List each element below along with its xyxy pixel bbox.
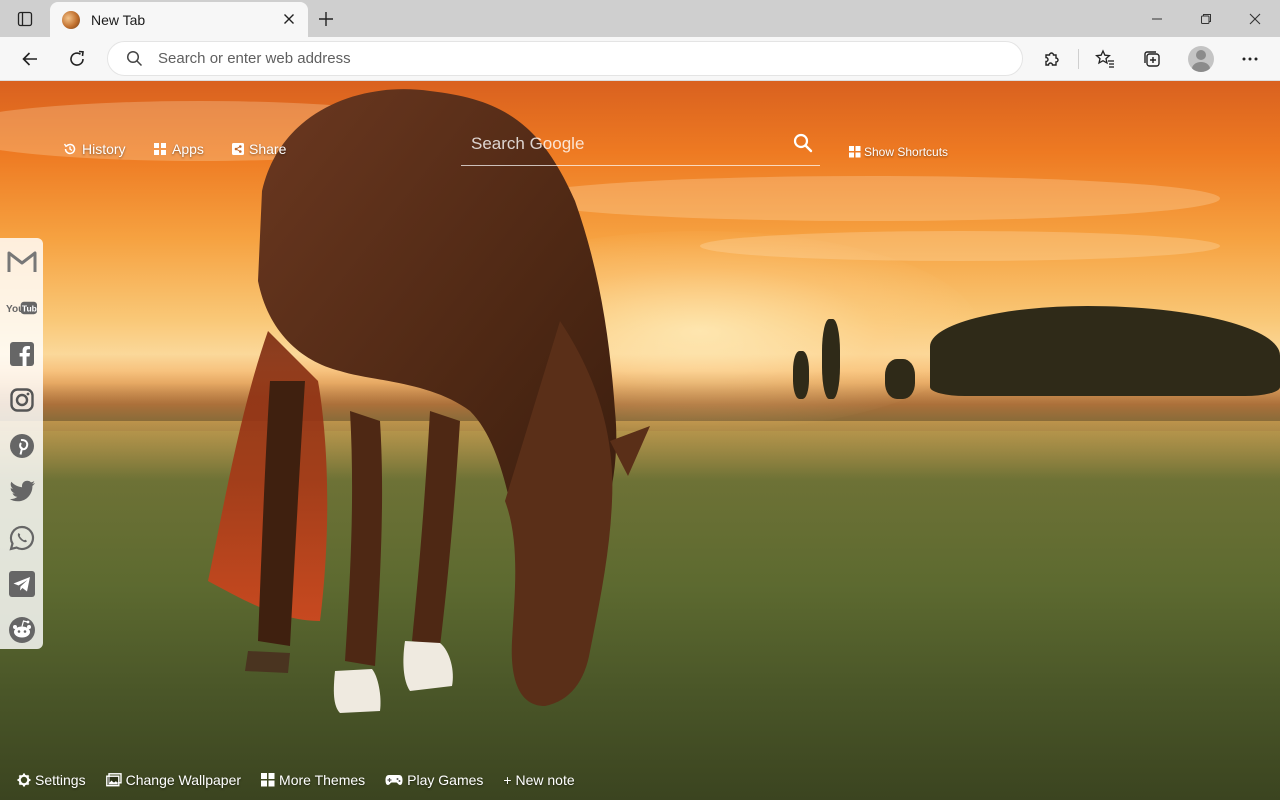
restore-button[interactable] — [1192, 5, 1220, 33]
more-menu-button[interactable] — [1236, 45, 1264, 73]
refresh-icon — [70, 50, 84, 66]
grid-icon — [261, 773, 275, 787]
gear-icon — [17, 773, 31, 787]
toolbar-separator — [1078, 49, 1079, 69]
play-games-label: Play Games — [407, 772, 484, 788]
puzzle-icon — [1045, 52, 1059, 66]
title-bar: New Tab — [0, 0, 1280, 37]
social-sidebar: YouTube — [0, 238, 43, 649]
refresh-button[interactable] — [63, 45, 91, 73]
star-list-icon — [1095, 49, 1114, 68]
play-games-link[interactable]: Play Games — [385, 772, 483, 788]
google-search-input[interactable] — [471, 132, 781, 156]
extensions-button[interactable] — [1038, 45, 1066, 73]
pinterest-icon[interactable] — [6, 430, 37, 461]
bottom-toolbar: Settings Change Wallpaper More Themes Pl… — [17, 772, 595, 788]
search-icon — [126, 50, 143, 67]
tab-actions-icon[interactable] — [14, 8, 36, 30]
new-tab-button[interactable] — [314, 7, 338, 31]
arrow-left-icon — [22, 52, 37, 66]
apps-link[interactable]: Apps — [153, 141, 204, 157]
twitter-icon[interactable] — [6, 476, 37, 507]
minimize-button[interactable] — [1143, 5, 1171, 33]
profile-avatar[interactable] — [1188, 46, 1214, 72]
search-icon[interactable] — [792, 132, 814, 154]
settings-label: Settings — [35, 772, 86, 788]
history-label: History — [82, 141, 126, 157]
whatsapp-icon[interactable] — [6, 522, 37, 553]
share-label: Share — [249, 141, 287, 157]
settings-link[interactable]: Settings — [17, 772, 86, 788]
grid-icon — [849, 146, 861, 158]
google-search-box — [461, 126, 820, 166]
horse-favicon-icon — [62, 10, 80, 29]
new-note-label: + New note — [503, 772, 575, 788]
tab-new-tab[interactable]: New Tab — [50, 2, 308, 37]
telegram-icon[interactable] — [6, 568, 37, 599]
apps-label: Apps — [172, 141, 204, 157]
share-icon — [232, 143, 244, 155]
more-icon — [1242, 57, 1258, 61]
toolbar — [0, 37, 1280, 81]
new-note-link[interactable]: + New note — [503, 772, 574, 788]
close-icon[interactable] — [280, 10, 298, 28]
share-link[interactable]: Share — [232, 141, 286, 157]
close-window-button[interactable] — [1241, 5, 1269, 33]
reddit-icon[interactable] — [6, 614, 37, 645]
show-shortcuts-label: Show Shortcuts — [864, 145, 949, 159]
youtube-icon[interactable]: YouTube — [6, 292, 37, 323]
svg-text:Tube: Tube — [22, 303, 37, 313]
change-wallpaper-link[interactable]: Change Wallpaper — [105, 772, 242, 788]
apps-grid-icon — [153, 142, 167, 156]
horse-silhouette — [208, 89, 650, 713]
gamepad-icon — [385, 774, 403, 786]
more-themes-label: More Themes — [279, 772, 366, 788]
gmail-icon[interactable] — [6, 246, 37, 277]
address-bar[interactable] — [107, 41, 1023, 76]
change-wallpaper-label: Change Wallpaper — [125, 772, 242, 788]
plus-icon — [319, 12, 333, 26]
address-input[interactable] — [158, 50, 958, 67]
tab-title: New Tab — [91, 11, 146, 28]
history-link[interactable]: History — [63, 141, 126, 157]
favorites-button[interactable] — [1091, 45, 1119, 73]
image-icon — [105, 773, 122, 787]
history-icon — [63, 142, 77, 156]
collections-button[interactable] — [1138, 45, 1166, 73]
back-button[interactable] — [16, 45, 44, 73]
facebook-icon[interactable] — [6, 338, 37, 369]
new-tab-page: History Apps Share Show Shortcuts YouTub… — [0, 81, 1280, 800]
collections-icon — [1144, 51, 1160, 67]
show-shortcuts-button[interactable]: Show Shortcuts — [849, 145, 948, 159]
more-themes-link[interactable]: More Themes — [261, 772, 365, 788]
instagram-icon[interactable] — [6, 384, 37, 415]
